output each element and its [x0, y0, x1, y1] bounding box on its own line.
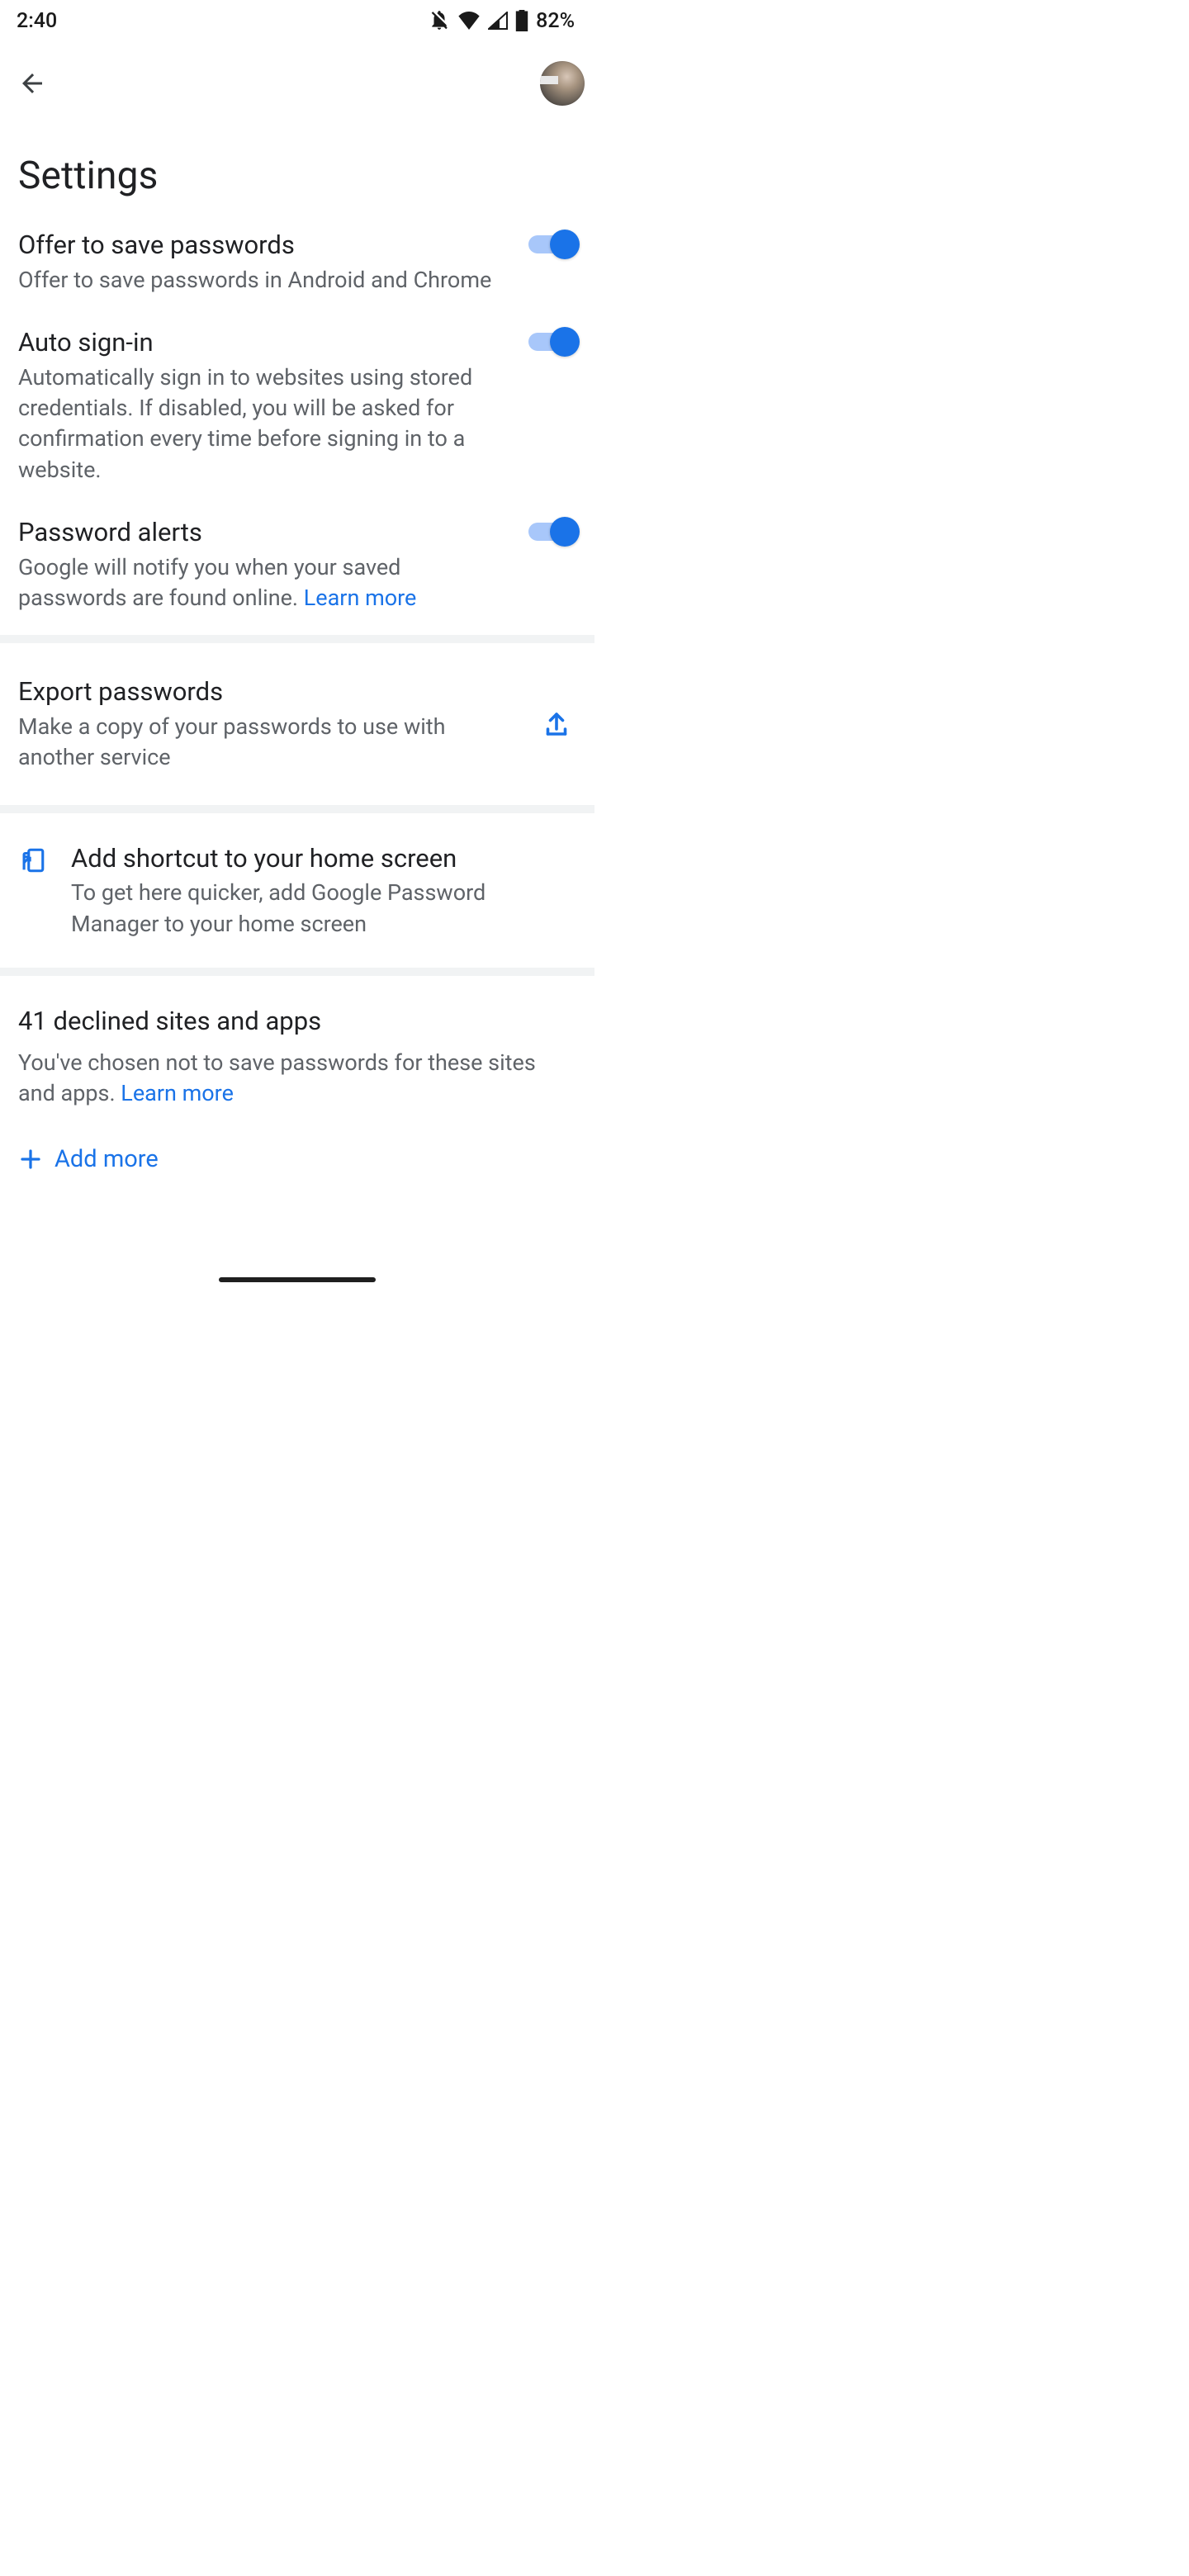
setting-title: Offer to save passwords [18, 228, 512, 263]
status-right: 82% [429, 9, 575, 33]
divider [0, 968, 594, 976]
add-more-label: Add more [54, 1145, 159, 1173]
setting-description: To get here quicker, add Google Password… [71, 878, 576, 940]
setting-description: Automatically sign in to websites using … [18, 362, 512, 485]
setting-auto-signin[interactable]: Auto sign-in Automatically sign in to we… [0, 310, 594, 500]
setting-title: Export passwords [18, 675, 525, 709]
setting-add-shortcut[interactable]: Add shortcut to your home screen To get … [0, 813, 594, 968]
switch-offer-save[interactable] [528, 230, 575, 259]
setting-description: Make a copy of your passwords to use wit… [18, 712, 525, 774]
cell-signal-icon [488, 12, 508, 30]
switch-auto-signin[interactable] [528, 327, 575, 357]
setting-export-passwords[interactable]: Export passwords Make a copy of your pas… [0, 643, 594, 804]
avatar[interactable] [540, 61, 585, 106]
setting-title: Add shortcut to your home screen [71, 841, 576, 876]
divider [0, 805, 594, 813]
notifications-off-icon [429, 10, 450, 31]
setting-offer-save-passwords[interactable]: Offer to save passwords Offer to save pa… [0, 223, 594, 310]
setting-password-alerts[interactable]: Password alerts Google will notify you w… [0, 500, 594, 635]
battery-icon [515, 10, 528, 31]
declined-sites-description: You've chosen not to save passwords for … [18, 1048, 576, 1110]
back-button[interactable] [12, 63, 53, 104]
divider [0, 635, 594, 643]
navigation-handle[interactable] [219, 1277, 376, 1282]
page-title: Settings [0, 114, 594, 223]
setting-description: Google will notify you when your saved p… [18, 552, 512, 614]
plus-icon [18, 1147, 43, 1172]
setting-description: Offer to save passwords in Android and C… [18, 265, 512, 296]
password-alerts-learn-more-link[interactable]: Learn more [304, 585, 417, 611]
wifi-icon [457, 12, 481, 30]
add-to-home-icon [18, 846, 46, 874]
battery-percent: 82% [536, 9, 575, 33]
status-bar: 2:40 82% [0, 0, 594, 41]
declined-learn-more-link[interactable]: Learn more [121, 1080, 234, 1106]
declined-sites-title: 41 declined sites and apps [18, 1006, 576, 1036]
arrow-left-icon [17, 69, 47, 98]
switch-password-alerts[interactable] [528, 517, 575, 547]
status-time: 2:40 [17, 9, 57, 33]
upload-icon [542, 709, 571, 739]
setting-title: Auto sign-in [18, 325, 512, 360]
add-more-button[interactable]: Add more [0, 1117, 594, 1181]
declined-sites-section: 41 declined sites and apps You've chosen… [0, 976, 594, 1118]
setting-title: Password alerts [18, 515, 512, 550]
app-header [0, 41, 594, 114]
